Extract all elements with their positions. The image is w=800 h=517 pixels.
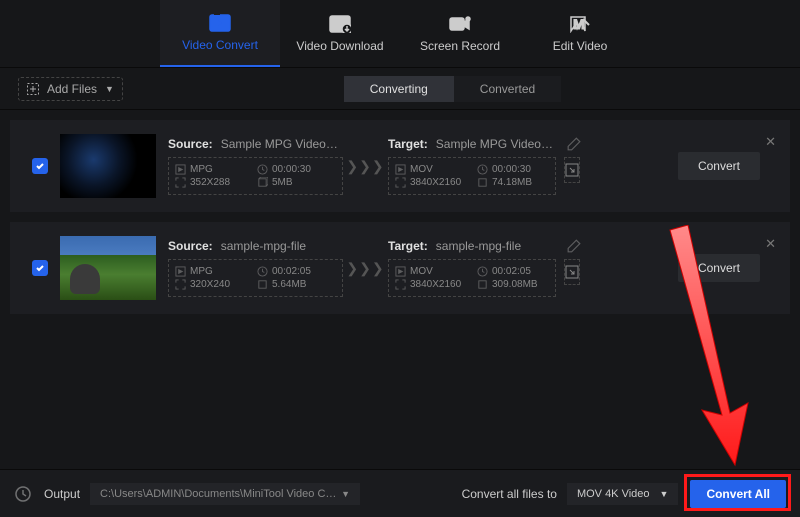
top-nav: Video Convert Video Download Screen Reco… — [0, 0, 800, 68]
expand-icon — [565, 265, 579, 279]
status-tabs: Converting Converted — [344, 76, 561, 102]
clock-icon — [477, 164, 488, 175]
convert-all-button[interactable]: Convert All — [690, 480, 786, 508]
target-filename: Sample MPG Video… — [436, 137, 573, 151]
history-icon[interactable] — [14, 485, 32, 503]
svg-text:M: M — [573, 16, 585, 32]
nav-label: Edit Video — [553, 39, 608, 53]
resolution-icon — [175, 279, 186, 290]
check-icon — [35, 263, 45, 273]
output-path-text: C:\Users\ADMIN\Documents\MiniTool Video … — [100, 488, 341, 500]
target-info: Target: sample-mpg-file MOV 00:02:05 384… — [388, 239, 573, 297]
resolution-icon — [175, 177, 186, 188]
clock-icon — [477, 266, 488, 277]
size-icon — [477, 279, 488, 290]
chevron-down-icon: ▼ — [341, 489, 350, 499]
tab-converting[interactable]: Converting — [344, 76, 454, 102]
source-filename: Sample MPG Video… — [221, 137, 343, 151]
check-icon — [35, 161, 45, 171]
edit-icon[interactable] — [567, 137, 581, 151]
toolbar: Add Files ▼ Converting Converted — [0, 68, 800, 110]
format-icon — [395, 266, 406, 277]
target-label: Target: — [388, 137, 428, 151]
resolution-icon — [395, 279, 406, 290]
expand-icon — [565, 163, 579, 177]
tab-screen-record[interactable]: Screen Record — [400, 0, 520, 67]
tab-edit-video[interactable]: M Edit Video — [520, 0, 640, 67]
tab-video-download[interactable]: Video Download — [280, 0, 400, 67]
convert-button[interactable]: Convert — [678, 254, 760, 282]
chevron-down-icon: ▼ — [660, 489, 669, 499]
plus-icon — [27, 83, 39, 95]
video-convert-icon — [209, 14, 231, 32]
size-icon — [477, 177, 488, 188]
arrow-separator: ❯❯❯ — [343, 158, 388, 175]
edit-video-icon: M — [569, 15, 591, 33]
source-filename: sample-mpg-file — [221, 239, 343, 253]
chevron-down-icon: ▼ — [105, 84, 114, 94]
select-checkbox[interactable] — [32, 158, 48, 174]
nav-label: Video Download — [296, 39, 383, 53]
convert-all-files-to-label: Convert all files to — [462, 487, 557, 501]
remove-file-button[interactable]: ✕ — [765, 236, 776, 252]
file-list: Source: Sample MPG Video… MPG 00:00:30 3… — [0, 110, 800, 469]
output-path-select[interactable]: C:\Users\ADMIN\Documents\MiniTool Video … — [90, 483, 360, 505]
nav-label: Screen Record — [420, 39, 500, 53]
source-info: Source: sample-mpg-file MPG 00:02:05 320… — [168, 239, 343, 297]
nav-label: Video Convert — [182, 38, 258, 52]
output-label: Output — [44, 487, 80, 501]
convert-button[interactable]: Convert — [678, 152, 760, 180]
remove-file-button[interactable]: ✕ — [765, 134, 776, 150]
video-thumbnail[interactable] — [60, 134, 156, 198]
source-label: Source: — [168, 137, 213, 151]
resolution-icon — [395, 177, 406, 188]
edit-icon[interactable] — [567, 239, 581, 253]
file-row: Source: Sample MPG Video… MPG 00:00:30 3… — [10, 120, 790, 212]
target-info: Target: Sample MPG Video… MOV 00:00:30 3… — [388, 137, 573, 195]
add-files-label: Add Files — [47, 82, 97, 96]
arrow-separator: ❯❯❯ — [343, 260, 388, 277]
bottom-bar: Output C:\Users\ADMIN\Documents\MiniTool… — [0, 469, 800, 517]
tab-converted[interactable]: Converted — [454, 76, 561, 102]
file-row: Source: sample-mpg-file MPG 00:02:05 320… — [10, 222, 790, 314]
video-thumbnail[interactable] — [60, 236, 156, 300]
add-files-button[interactable]: Add Files ▼ — [18, 77, 123, 101]
format-icon — [175, 266, 186, 277]
tab-video-convert[interactable]: Video Convert — [160, 0, 280, 67]
target-settings-button[interactable] — [564, 157, 580, 183]
source-info: Source: Sample MPG Video… MPG 00:00:30 3… — [168, 137, 343, 195]
format-icon — [175, 164, 186, 175]
clock-icon — [257, 164, 268, 175]
select-checkbox[interactable] — [32, 260, 48, 276]
size-icon — [257, 279, 268, 290]
screen-record-icon — [449, 15, 471, 33]
output-format-select[interactable]: MOV 4K Video ▼ — [567, 483, 678, 505]
target-settings-button[interactable] — [564, 259, 580, 285]
format-icon — [395, 164, 406, 175]
clock-icon — [257, 266, 268, 277]
target-label: Target: — [388, 239, 428, 253]
video-download-icon — [329, 15, 351, 33]
format-selected-text: MOV 4K Video — [577, 488, 650, 500]
source-label: Source: — [168, 239, 213, 253]
size-icon — [257, 177, 268, 188]
target-filename: sample-mpg-file — [436, 239, 573, 253]
